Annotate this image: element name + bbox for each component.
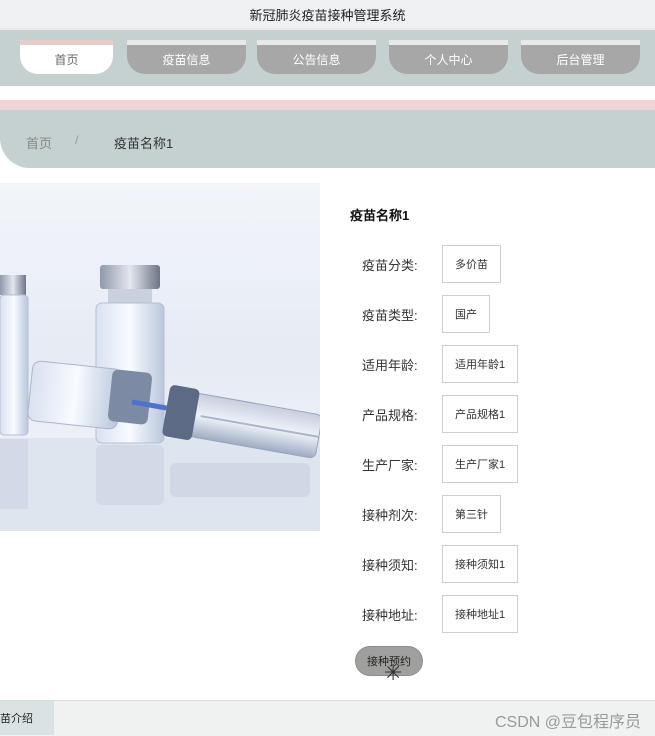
vaccine-image [0, 183, 320, 531]
field-row-type: 疫苗类型: 国产 [362, 294, 490, 334]
field-row-address: 接种地址: 接种地址1 [362, 594, 519, 634]
field-label: 疫苗类型: [362, 307, 418, 323]
field-label: 疫苗分类: [362, 257, 418, 273]
field-row-spec: 产品规格: 产品规格1 [362, 394, 519, 434]
vaccine-illustration [0, 265, 320, 531]
field-row-age: 适用年龄: 适用年龄1 [362, 344, 519, 384]
field-value: 生产厂家1 [442, 445, 519, 483]
vaccine-intro-tab-label: 疫苗介绍 [0, 713, 33, 725]
watermark: CSDN @豆包程序员 [494, 714, 641, 731]
main-nav: 首页 疫苗信息 公告信息 个人中心 后台管理 [0, 28, 655, 86]
nav-tab-home[interactable]: 首页 [20, 40, 113, 74]
field-value: 适用年龄1 [442, 345, 519, 383]
breadcrumb-separator: / [75, 133, 79, 147]
field-value: 产品规格1 [442, 395, 519, 433]
breadcrumb: 首页 / 疫苗名称1 [0, 110, 655, 168]
field-label: 适用年龄: [362, 357, 418, 373]
nav-tab-notices[interactable]: 公告信息 [257, 40, 376, 74]
breadcrumb-home[interactable]: 首页 [26, 133, 52, 152]
field-row-manufacturer: 生产厂家: 生产厂家1 [362, 444, 519, 484]
field-value: 接种须知1 [442, 545, 519, 583]
vaccine-intro-tab[interactable]: 疫苗介绍 [0, 701, 54, 735]
field-row-dose: 接种剂次: 第三针 [362, 494, 501, 534]
field-value: 国产 [442, 295, 490, 333]
field-row-category: 疫苗分类: 多价苗 [362, 244, 501, 284]
field-value: 多价苗 [442, 245, 501, 283]
field-label: 接种地址: [362, 607, 418, 623]
decorative-band [0, 100, 655, 110]
nav-tab-vaccine-info[interactable]: 疫苗信息 [127, 40, 246, 74]
nav-tab-admin[interactable]: 后台管理 [521, 40, 640, 74]
nav-tab-personal-center[interactable]: 个人中心 [389, 40, 508, 74]
field-label: 产品规格: [362, 407, 418, 423]
vaccine-name-title: 疫苗名称1 [350, 208, 410, 223]
field-label: 接种剂次: [362, 507, 418, 523]
field-label: 接种须知: [362, 557, 418, 573]
field-row-notice: 接种须知: 接种须知1 [362, 544, 519, 584]
field-value: 第三针 [442, 495, 501, 533]
field-label: 生产厂家: [362, 457, 418, 473]
breadcrumb-current: 疫苗名称1 [114, 136, 174, 151]
field-value: 接种地址1 [442, 595, 519, 633]
app-title: 新冠肺炎疫苗接种管理系统 [0, 0, 655, 28]
mouse-cursor-icon: ✳ [384, 660, 403, 685]
